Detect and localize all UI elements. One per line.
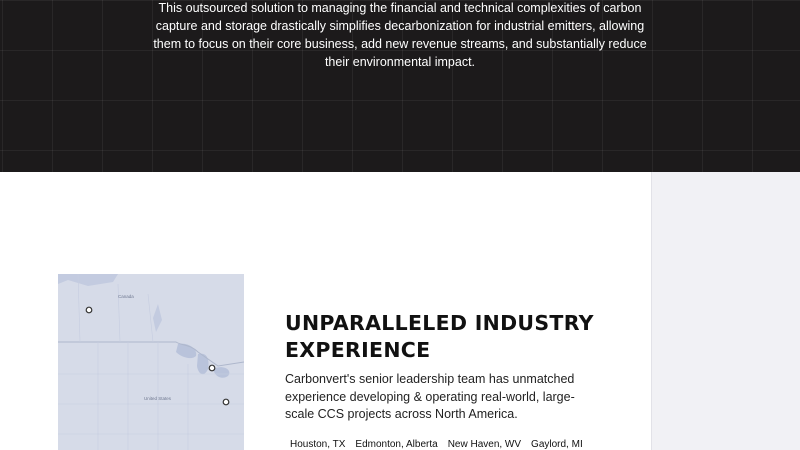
location-item: Houston, TX: [290, 439, 346, 450]
map-pin-edmonton-icon[interactable]: [85, 306, 93, 314]
hero-section: This outsourced solution to managing the…: [0, 0, 800, 172]
experience-section: UNPARALLELED INDUSTRY EXPERIENCE Carbonv…: [285, 310, 615, 424]
locations-map: Canada United States: [58, 274, 244, 450]
side-panel: [651, 172, 800, 450]
section-title: UNPARALLELED INDUSTRY EXPERIENCE: [285, 311, 594, 362]
map-pin-new-haven-icon[interactable]: [222, 398, 230, 406]
location-item: New Haven, WV: [447, 439, 522, 450]
location-item: Gaylord, MI: [531, 439, 583, 450]
locations-list: Houston, TX Edmonton, Alberta New Haven,…: [290, 439, 583, 450]
section-body: Carbonvert's senior leadership team has …: [285, 372, 575, 421]
map-label-canada: Canada: [118, 294, 134, 299]
map-label-united-states: United States: [144, 396, 172, 401]
hero-description: This outsourced solution to managing the…: [153, 1, 647, 69]
location-item: Edmonton, Alberta: [355, 439, 438, 450]
map-pin-gaylord-icon[interactable]: [208, 364, 216, 372]
